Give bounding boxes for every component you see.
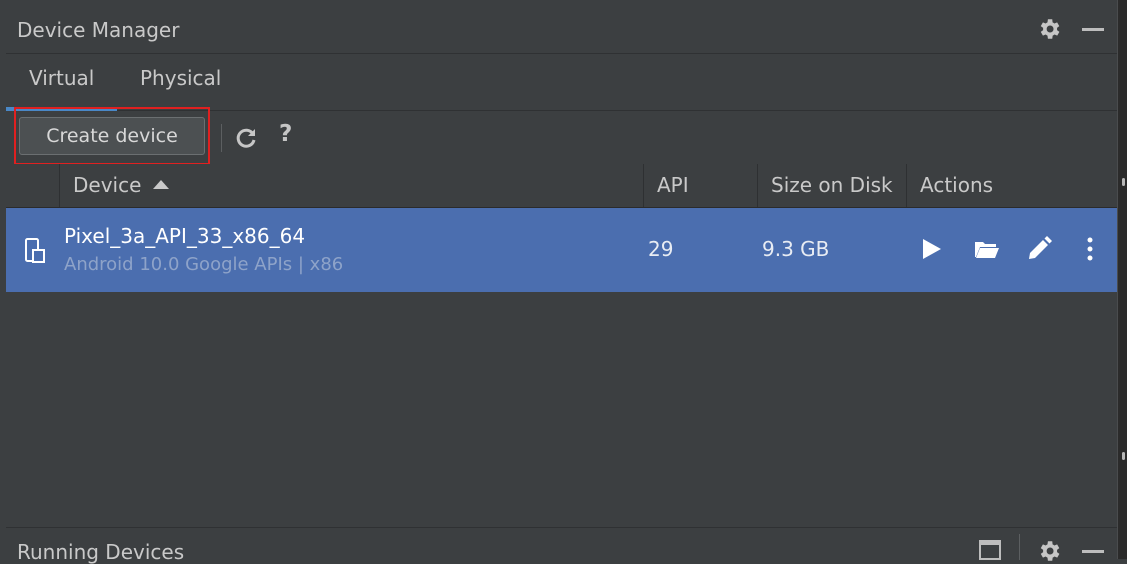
device-api: 29 (648, 237, 674, 261)
tab-bar: Virtual Physical (6, 54, 1117, 111)
gear-icon[interactable] (1036, 538, 1062, 564)
side-scroll-strip[interactable] (1117, 0, 1127, 559)
device-size: 9.3 GB (762, 237, 830, 261)
more-vert-icon[interactable] (1076, 235, 1104, 263)
device-icon (25, 238, 45, 263)
toolbar-separator (1019, 534, 1020, 560)
strip-marker (1122, 178, 1125, 186)
table-row[interactable]: Pixel_3a_API_33_x86_64 Android 10.0 Goog… (6, 208, 1117, 292)
panel-title: Device Manager (17, 18, 180, 42)
gear-icon[interactable] (1036, 16, 1062, 42)
minimize-icon[interactable] (1082, 550, 1104, 553)
column-header-actions: Actions (920, 173, 994, 197)
tab-virtual[interactable]: Virtual (29, 66, 94, 90)
column-divider (757, 164, 758, 207)
refresh-icon[interactable] (234, 126, 258, 150)
maximize-icon[interactable] (979, 540, 1001, 560)
column-header-size-on-disk[interactable]: Size on Disk (771, 164, 893, 207)
panel-titlebar: Device Manager (6, 8, 1117, 54)
column-header-api[interactable]: API (657, 164, 689, 207)
help-icon[interactable]: ? (279, 121, 292, 147)
column-header-device-label: Device (73, 173, 142, 197)
toolbar: Create device ? (6, 107, 1117, 165)
table-header: Device API Size on Disk Actions (6, 164, 1117, 208)
sort-ascending-icon (153, 180, 170, 189)
device-subtitle: Android 10.0 Google APIs | x86 (64, 254, 344, 275)
running-devices-title: Running Devices (17, 540, 185, 564)
play-icon[interactable] (917, 235, 945, 263)
device-manager-panel: Device Manager Virtual Physical Create d… (0, 0, 1117, 564)
column-divider (59, 164, 60, 207)
folder-icon[interactable] (972, 235, 1000, 263)
strip-marker (1122, 452, 1125, 460)
toolbar-separator (221, 124, 222, 152)
device-name: Pixel_3a_API_33_x86_64 (64, 224, 306, 248)
tab-physical[interactable]: Physical (140, 66, 221, 90)
running-devices-bar: Running Devices (6, 527, 1117, 564)
annotation-highlight-box (14, 107, 210, 165)
column-header-device[interactable]: Device (73, 164, 170, 207)
column-divider (906, 164, 907, 207)
minimize-icon[interactable] (1082, 28, 1104, 31)
pencil-icon[interactable] (1025, 235, 1053, 263)
column-divider (643, 164, 644, 207)
